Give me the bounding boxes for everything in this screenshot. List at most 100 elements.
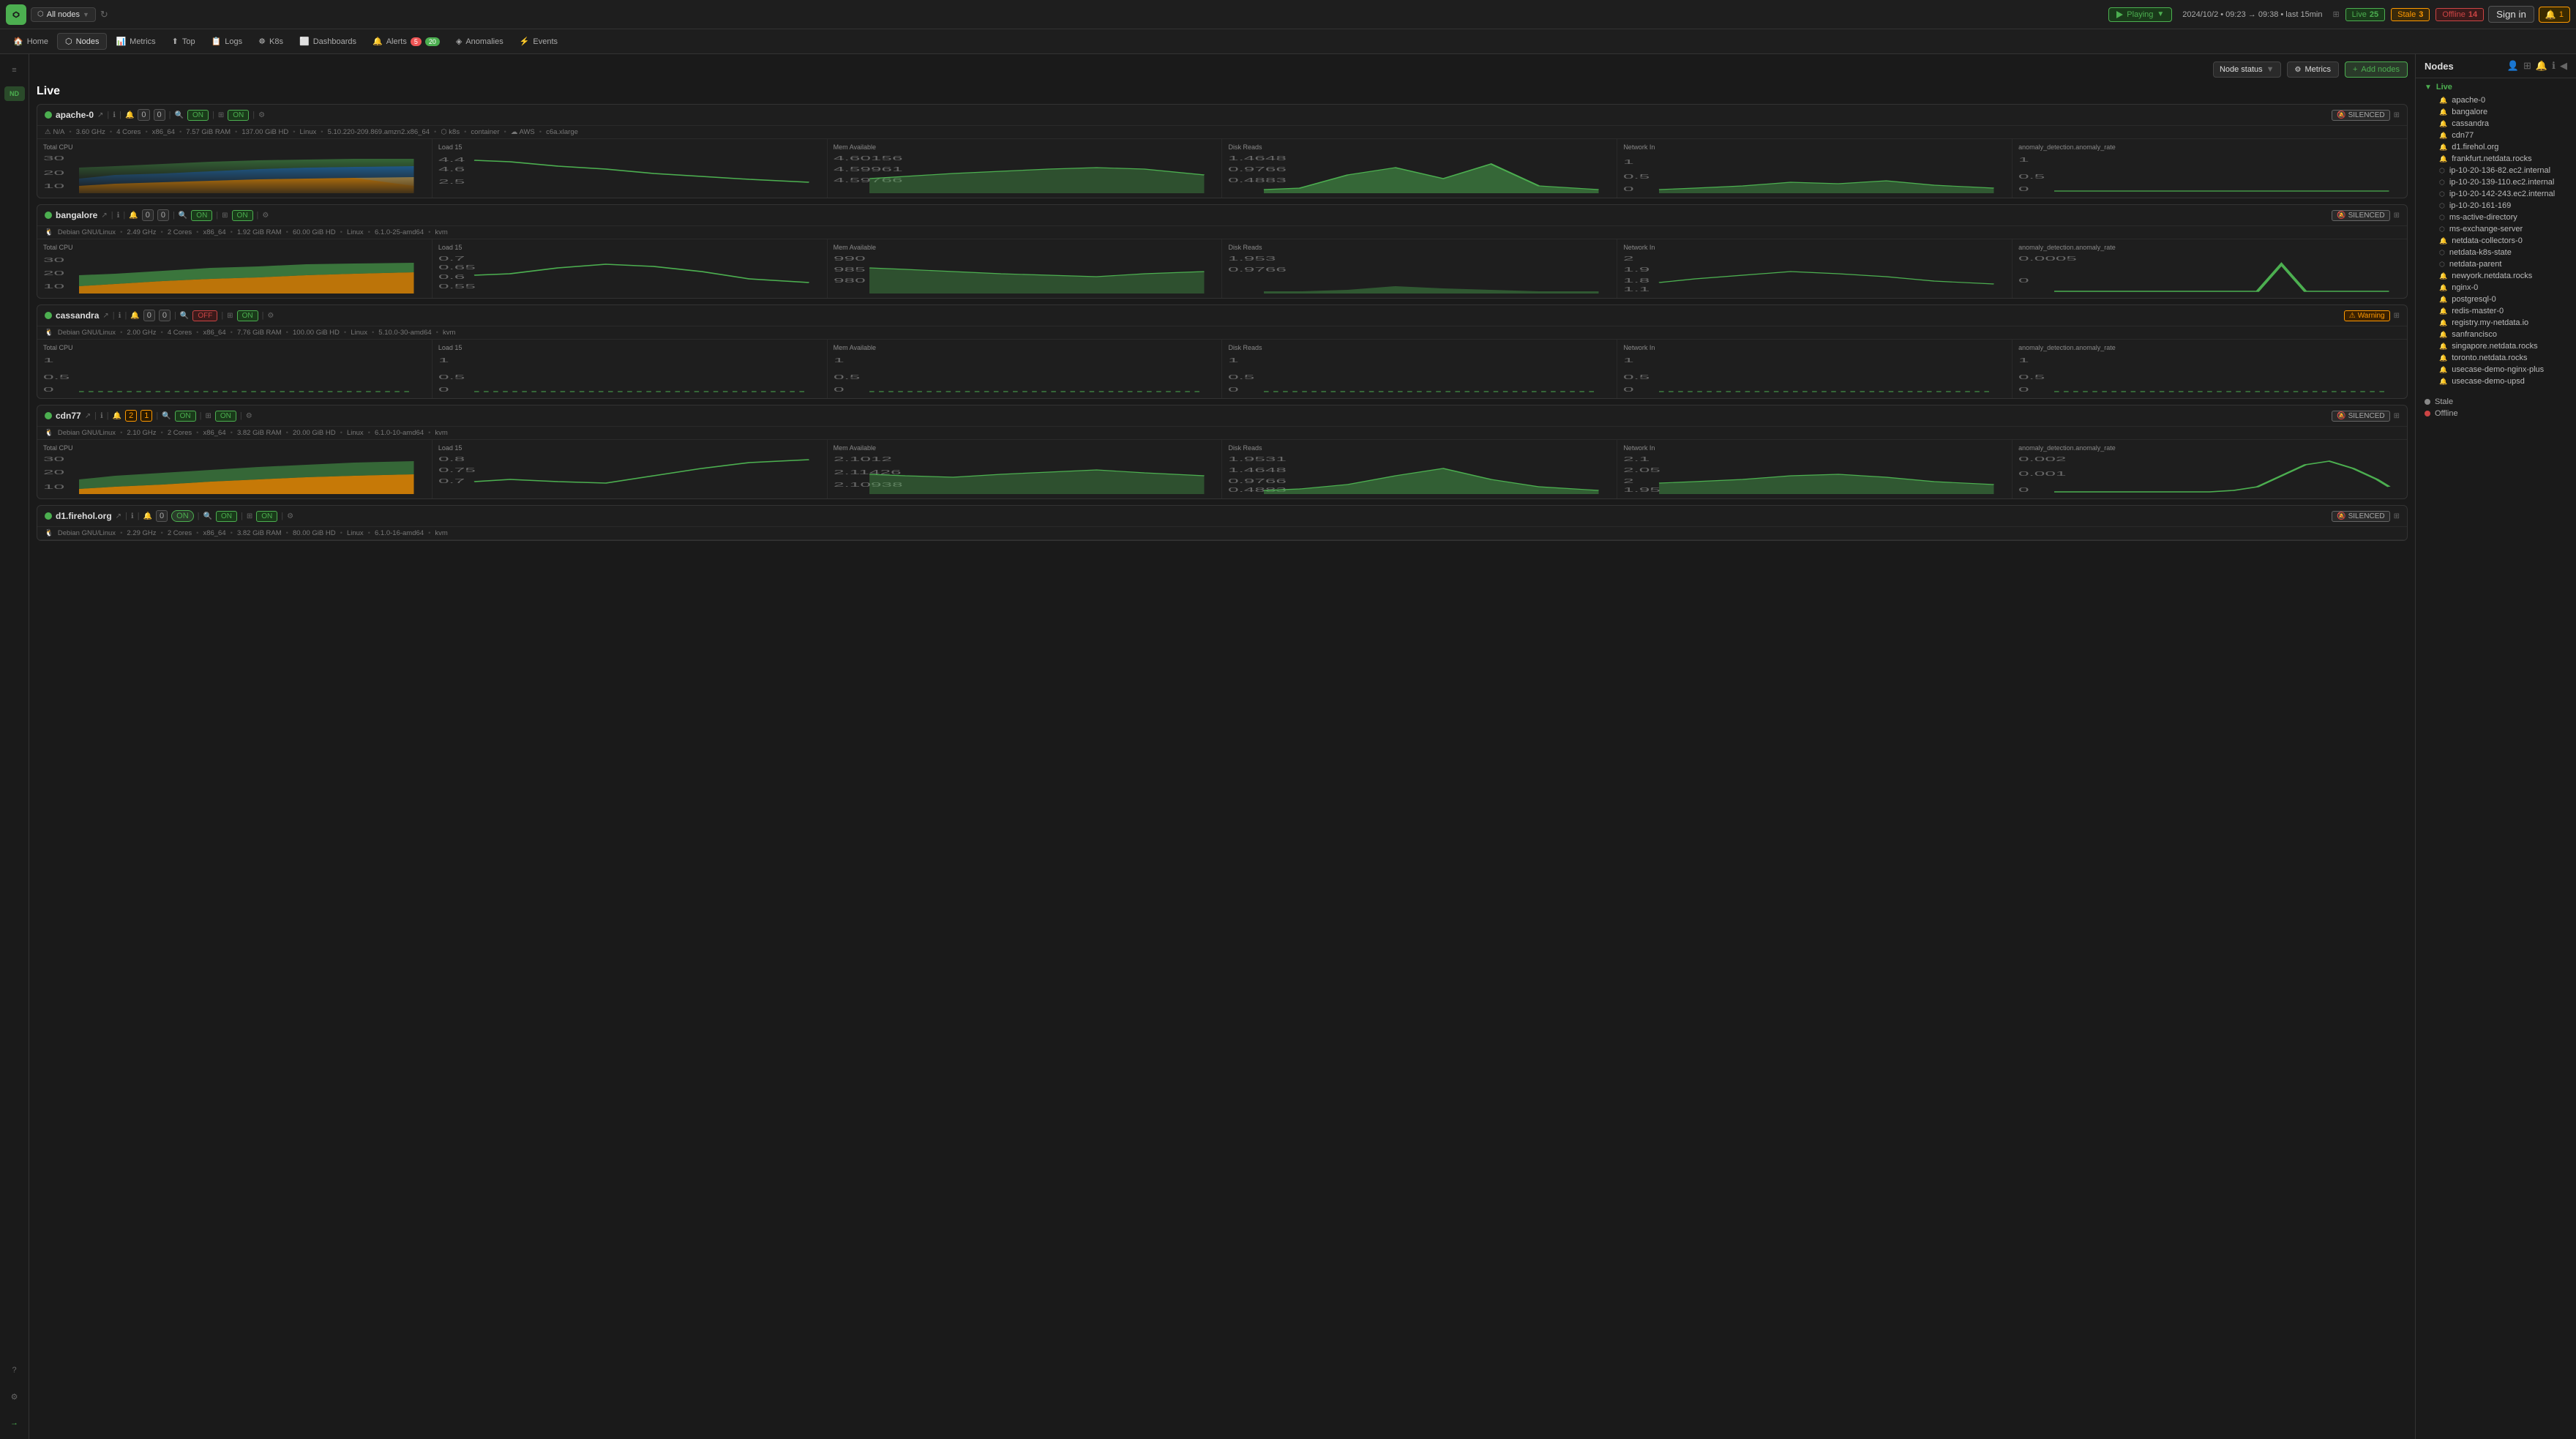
signin-button[interactable]: Sign in [2488, 6, 2534, 23]
node-status-select[interactable]: Node status ▼ [2213, 61, 2281, 78]
rp-node-ip2[interactable]: ⬡ ip-10-20-139-110.ec2.internal [2425, 176, 2567, 188]
filter-on-badge-apache-0[interactable]: ON [228, 110, 249, 121]
rp-stale-item[interactable]: Stale [2425, 397, 2567, 406]
rp-node-redis0[interactable]: 🔔 redis-master-0 [2425, 305, 2567, 317]
rp-node-ndk8s[interactable]: ⬡ netdata-k8s-state [2425, 247, 2567, 258]
gear-icon-bangalore[interactable]: ⚙ [262, 212, 269, 220]
rp-node-registry[interactable]: 🔔 registry.my-netdata.io [2425, 317, 2567, 329]
rp-node-toronto[interactable]: 🔔 toronto.netdata.rocks [2425, 352, 2567, 364]
sidebar-exit-icon[interactable]: → [4, 1413, 25, 1433]
gear-icon[interactable]: ⚙ [258, 111, 265, 119]
nav-metrics[interactable]: 📊 Metrics [108, 34, 162, 49]
rp-collapse-icon[interactable]: ◀ [2560, 60, 2567, 72]
rp-node-sanfrancisco[interactable]: 🔔 sanfrancisco [2425, 329, 2567, 340]
gear-icon-cassandra[interactable]: ⚙ [267, 312, 274, 320]
query-on-badge-d1firehol[interactable]: ON [216, 511, 237, 522]
filter-icon-d1firehol[interactable]: ⊞ [247, 512, 252, 520]
rp-node-ip1[interactable]: ⬡ ip-10-20-136-82.ec2.internal [2425, 165, 2567, 176]
nav-k8s[interactable]: ☸ K8s [251, 34, 291, 49]
bell-icon-d1firehol[interactable]: 🔔 [143, 512, 152, 520]
node-selector[interactable]: ⬡ All nodes ▼ [31, 7, 96, 22]
bell-icon-cassandra[interactable]: 🔔 [130, 312, 139, 320]
search-icon[interactable]: 🔍 [175, 111, 184, 119]
nav-dashboards[interactable]: ⬜ Dashboards [292, 34, 364, 49]
toggle-icon-d1firehol[interactable]: ⊞ [2394, 512, 2400, 520]
rp-node-d1firehol[interactable]: 🔔 d1.firehol.org [2425, 141, 2567, 153]
query-on-badge-apache-0[interactable]: ON [187, 110, 209, 121]
search-icon-cassandra[interactable]: 🔍 [180, 312, 189, 320]
filter-icon[interactable]: ⊞ [218, 111, 224, 119]
rp-node-msex[interactable]: ⬡ ms-exchange-server [2425, 223, 2567, 235]
rp-offline-item[interactable]: Offline [2425, 409, 2567, 418]
rp-node-ip3[interactable]: ⬡ ip-10-20-142-243.ec2.internal [2425, 188, 2567, 200]
query-off-badge-cassandra[interactable]: OFF [192, 310, 217, 321]
bell-alert-icon[interactable]: 🔔 [125, 111, 134, 119]
nav-home[interactable]: 🏠 Home [6, 34, 56, 49]
bell-icon-cdn77[interactable]: 🔔 [113, 412, 121, 420]
app-logo[interactable] [6, 4, 26, 25]
rp-live-header[interactable]: ▼ Live [2425, 83, 2567, 91]
rp-filter-icon[interactable]: ⊞ [2523, 60, 2531, 72]
rp-node-psql0[interactable]: 🔔 postgresql-0 [2425, 294, 2567, 305]
rp-node-usecase-upsd[interactable]: 🔔 usecase-demo-upsd [2425, 375, 2567, 387]
refresh-icon[interactable]: ↻ [100, 9, 108, 20]
external-link-icon-cassandra[interactable]: ↗ [102, 312, 108, 320]
query-on-badge-bangalore[interactable]: ON [191, 210, 212, 221]
external-link-icon-bangalore[interactable]: ↗ [101, 212, 107, 220]
rp-node-cdn77[interactable]: 🔔 cdn77 [2425, 130, 2567, 141]
external-link-icon-d1firehol[interactable]: ↗ [116, 512, 121, 520]
external-link-icon-cdn77[interactable]: ↗ [85, 412, 91, 420]
rp-node-msad[interactable]: ⬡ ms-active-directory [2425, 212, 2567, 223]
toggle-icon-bangalore[interactable]: ⊞ [2394, 212, 2400, 220]
sidebar-nav-icon[interactable]: ≡ [4, 60, 25, 81]
filter-icon-bangalore[interactable]: ⊞ [222, 212, 228, 220]
query-on-badge-cdn77[interactable]: ON [175, 411, 196, 422]
rp-info-icon[interactable]: ℹ [2552, 60, 2556, 72]
filter-on-badge-cdn77[interactable]: ON [215, 411, 236, 422]
rp-person-icon[interactable]: 👤 [2507, 60, 2519, 72]
info-icon-bangalore[interactable]: ℹ [117, 212, 120, 220]
nav-nodes[interactable]: ⬡ Nodes [57, 33, 107, 50]
search-icon-d1firehol[interactable]: 🔍 [203, 512, 212, 520]
sidebar-nd-badge[interactable]: ND [4, 86, 25, 101]
rp-node-nginx0[interactable]: 🔔 nginx-0 [2425, 282, 2567, 294]
external-link-icon[interactable]: ↗ [97, 111, 103, 119]
rp-node-apache-0[interactable]: 🔔 apache-0 [2425, 94, 2567, 106]
sidebar-settings-icon[interactable]: ⚙ [4, 1386, 25, 1407]
nav-top[interactable]: ⬆ Top [165, 34, 203, 49]
info-icon-cassandra[interactable]: ℹ [119, 312, 121, 320]
rp-node-singapore[interactable]: 🔔 singapore.netdata.rocks [2425, 340, 2567, 352]
metrics-button[interactable]: ⚙ Metrics [2287, 61, 2339, 78]
rp-node-newyork[interactable]: 🔔 newyork.netdata.rocks [2425, 270, 2567, 282]
nav-logs[interactable]: 📋 Logs [204, 34, 250, 49]
nav-alerts[interactable]: 🔔 Alerts 5 20 [365, 34, 447, 49]
rp-node-ndparent[interactable]: ⬡ netdata-parent [2425, 258, 2567, 270]
gear-icon-d1firehol[interactable]: ⚙ [287, 512, 293, 520]
rp-node-ip4[interactable]: ⬡ ip-10-20-161-169 [2425, 200, 2567, 212]
sidebar-help-icon[interactable]: ? [4, 1360, 25, 1380]
search-icon-bangalore[interactable]: 🔍 [179, 212, 187, 220]
search-icon-cdn77[interactable]: 🔍 [162, 412, 171, 420]
gear-icon-cdn77[interactable]: ⚙ [246, 412, 252, 420]
add-nodes-button[interactable]: + Add nodes [2345, 61, 2408, 78]
rp-node-cassandra[interactable]: 🔔 cassandra [2425, 118, 2567, 130]
filter-on-badge-d1firehol[interactable]: ON [256, 511, 277, 522]
filter-on-badge-cassandra[interactable]: ON [237, 310, 258, 321]
nav-events[interactable]: ⚡ Events [512, 34, 565, 49]
bell-icon-bangalore[interactable]: 🔔 [129, 212, 138, 220]
toggle-icon-apache-0[interactable]: ⊞ [2394, 111, 2400, 119]
info-icon-d1firehol[interactable]: ℹ [131, 512, 134, 520]
grid-icon[interactable]: ⊞ [2332, 10, 2339, 19]
rp-node-usecase-nginx[interactable]: 🔔 usecase-demo-nginx-plus [2425, 364, 2567, 375]
filter-on-badge-bangalore[interactable]: ON [232, 210, 253, 221]
nav-anomalies[interactable]: ◈ Anomalies [449, 34, 511, 49]
filter-icon-cassandra[interactable]: ⊞ [227, 312, 233, 320]
rp-node-ndcollect[interactable]: 🔔 netdata-collectors-0 [2425, 235, 2567, 247]
filter-icon-cdn77[interactable]: ⊞ [205, 412, 211, 420]
alert-button[interactable]: 🔔 1 [2539, 7, 2570, 23]
playing-button[interactable]: Playing ▼ [2108, 7, 2172, 22]
rp-node-bangalore[interactable]: 🔔 bangalore [2425, 106, 2567, 118]
info-icon[interactable]: ℹ [113, 111, 116, 119]
info-icon-cdn77[interactable]: ℹ [100, 412, 103, 420]
rp-bell-icon[interactable]: 🔔 [2536, 60, 2547, 72]
